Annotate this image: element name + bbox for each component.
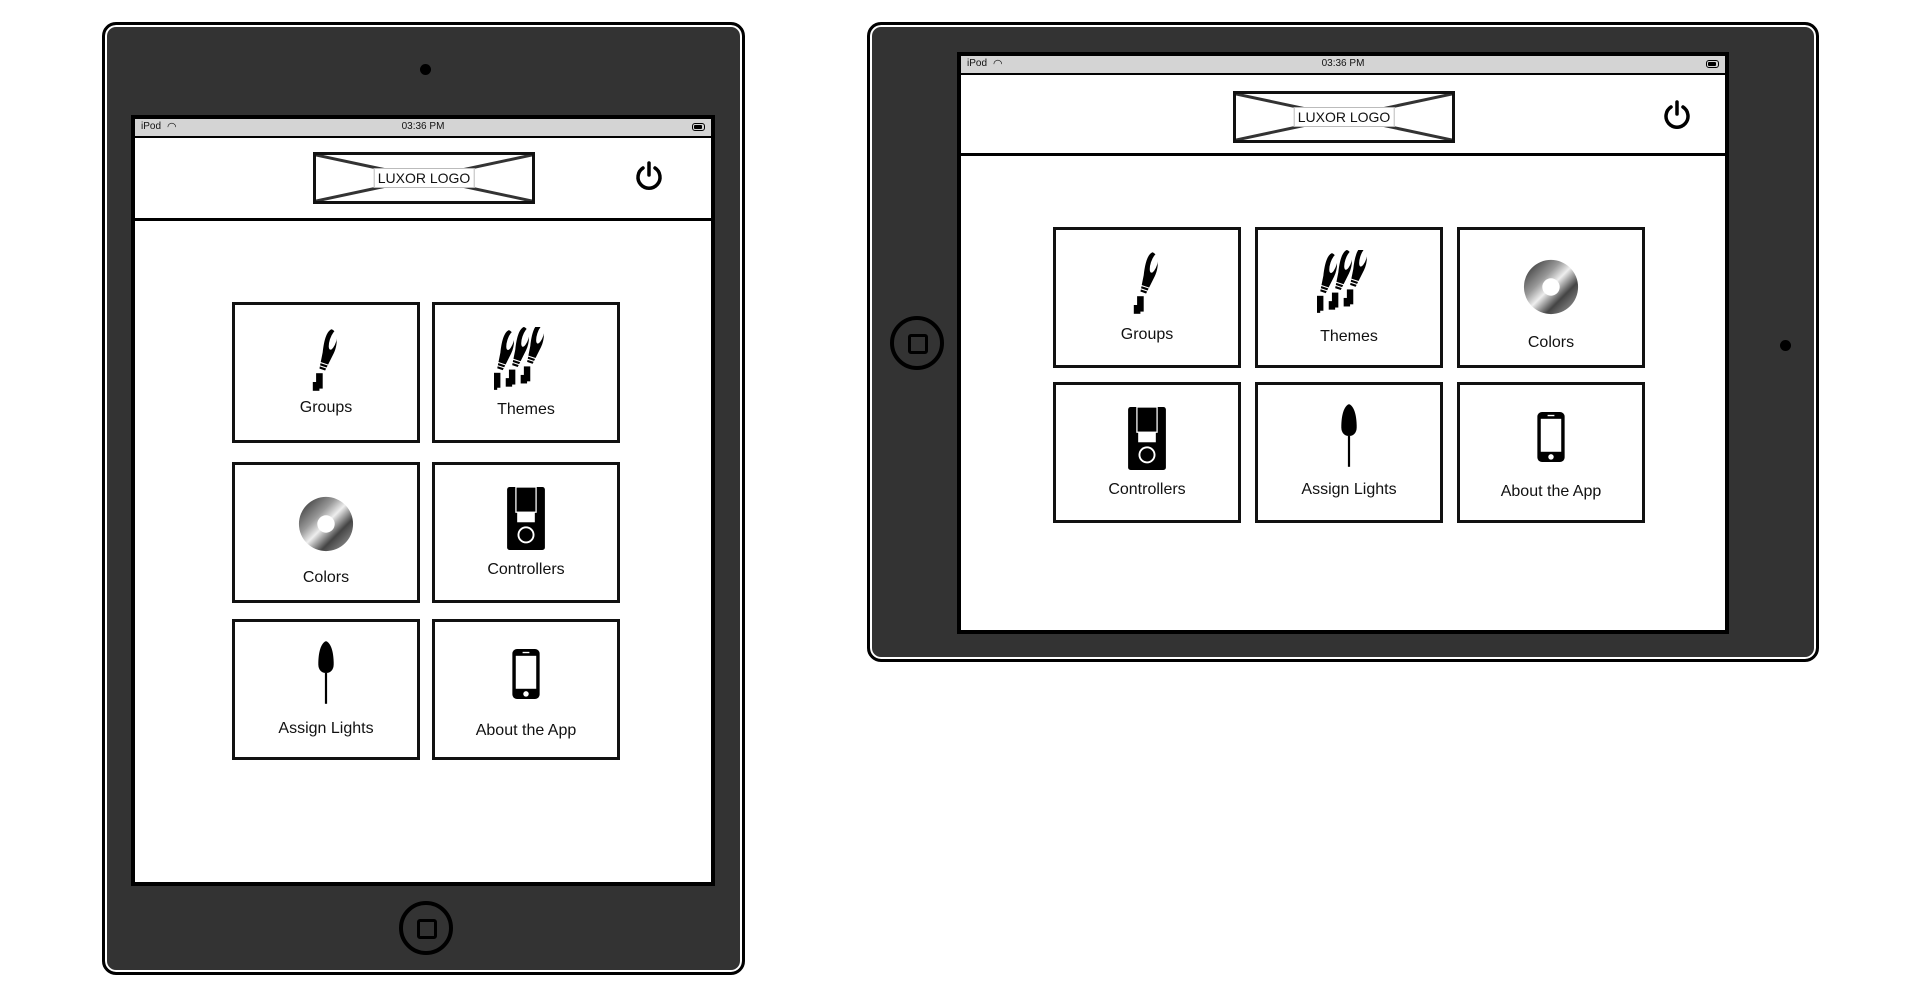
tile-label: Groups (1120, 326, 1174, 343)
spotlight-group-icon (1317, 250, 1370, 314)
app-header: LUXOR LOGO (961, 75, 1725, 156)
tile-label: Controllers (487, 561, 565, 578)
tile-colors[interactable]: Colors (232, 462, 420, 603)
power-icon[interactable] (633, 160, 665, 192)
status-time: 03:36 PM (401, 121, 445, 132)
tile-groups[interactable]: Groups (1053, 227, 1241, 368)
tile-about[interactable]: About the App (1457, 382, 1645, 523)
tile-themes[interactable]: Themes (432, 302, 620, 443)
battery-icon (1706, 60, 1719, 68)
camera-dot (1780, 340, 1791, 351)
tile-controllers[interactable]: Controllers (432, 462, 620, 603)
tile-assign-lights[interactable]: Assign Lights (1255, 382, 1443, 523)
status-time: 03:36 PM (1321, 58, 1365, 69)
tile-label: Themes (1320, 328, 1378, 345)
phone-icon (1537, 412, 1566, 462)
spotlight-icon (1130, 250, 1164, 316)
tile-about[interactable]: About the App (432, 619, 620, 760)
battery-icon (692, 123, 705, 131)
tile-label: Colors (1527, 334, 1575, 351)
tile-label: Themes (497, 401, 555, 418)
tile-themes[interactable]: Themes (1255, 227, 1443, 368)
spotlight-icon (309, 327, 343, 393)
logo-placeholder: LUXOR LOGO (313, 152, 535, 204)
home-button[interactable] (890, 316, 944, 370)
tile-colors[interactable]: Colors (1457, 227, 1645, 368)
stake-light-icon (315, 640, 337, 706)
tile-label: Assign Lights (278, 720, 374, 737)
app-header: LUXOR LOGO (135, 138, 711, 221)
power-icon[interactable] (1661, 99, 1693, 131)
controller-icon (1128, 407, 1166, 470)
color-wheel-icon (1522, 258, 1580, 316)
logo-placeholder: LUXOR LOGO (1233, 91, 1455, 143)
tile-label: Groups (299, 399, 353, 416)
logo-label: LUXOR LOGO (373, 168, 475, 188)
tile-label: Controllers (1108, 481, 1186, 498)
tile-label: About the App (475, 722, 577, 739)
tile-controllers[interactable]: Controllers (1053, 382, 1241, 523)
status-bar: iPod ◠ 03:36 PM (135, 119, 711, 138)
tile-groups[interactable]: Groups (232, 302, 420, 443)
tile-label: About the App (1500, 483, 1602, 500)
screen-portrait: iPod ◠ 03:36 PM LUXOR LOGO Groups Themes… (131, 115, 715, 886)
tile-label: Colors (302, 569, 350, 586)
logo-label: LUXOR LOGO (1293, 107, 1395, 127)
spotlight-group-icon (494, 327, 547, 391)
stake-light-icon (1338, 403, 1360, 469)
color-wheel-icon (297, 495, 355, 553)
tile-assign-lights[interactable]: Assign Lights (232, 619, 420, 760)
status-bar: iPod ◠ 03:36 PM (961, 56, 1725, 75)
phone-icon (512, 649, 541, 699)
tile-label: Assign Lights (1301, 481, 1397, 498)
controller-icon (507, 487, 545, 550)
camera-dot (420, 64, 431, 75)
screen-landscape: iPod ◠ 03:36 PM LUXOR LOGO Groups Themes… (957, 52, 1729, 634)
home-button[interactable] (399, 901, 453, 955)
